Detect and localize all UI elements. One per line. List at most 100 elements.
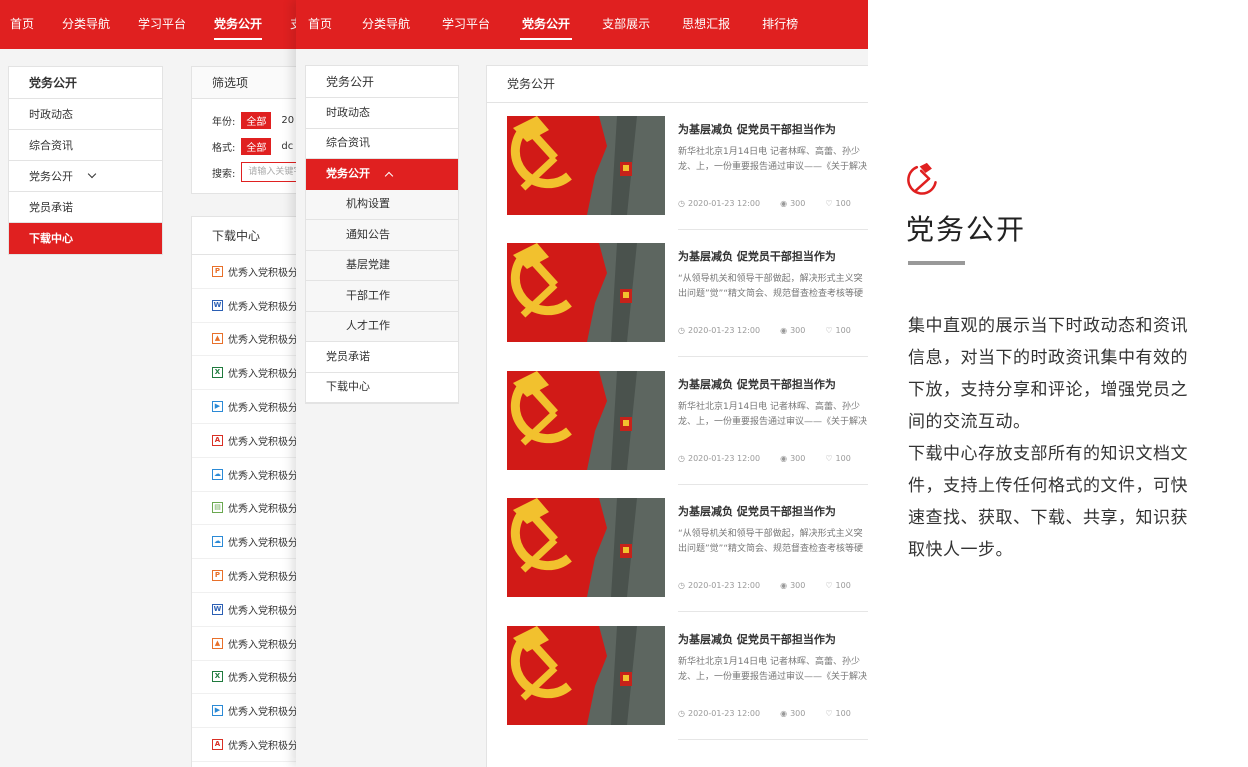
download-item[interactable]: X 优秀入党积极分子 bbox=[192, 356, 300, 391]
video-file-icon: ▶ bbox=[212, 401, 223, 413]
heart-icon[interactable]: ♡ bbox=[825, 326, 832, 335]
news-title[interactable]: 为基层减负 促党员干部担当作为 bbox=[678, 248, 836, 264]
download-item-label: 优秀入党积极分子 bbox=[228, 436, 300, 448]
news-date: 2020-01-23 12:00 bbox=[687, 326, 761, 336]
news-date: 2020-01-23 12:00 bbox=[687, 708, 761, 718]
front-top-nav: 首页 分类导航 学习平台 党务公开 支部展示 思想汇报 排行榜 bbox=[296, 0, 868, 49]
news-likes: 100 bbox=[835, 708, 851, 718]
sidebar-item[interactable]: 下载中心 bbox=[306, 373, 458, 403]
back-sidebar-item[interactable]: 党务公开 bbox=[9, 161, 162, 192]
download-item[interactable]: ▶ 优秀入党积极分子 bbox=[192, 694, 300, 729]
back-sidebar-item[interactable]: 下载中心 bbox=[9, 223, 162, 254]
back-sidebar: 党务公开 时政动态 综合资讯 党务公开 党员承诺 下载中心 bbox=[8, 66, 163, 255]
download-item[interactable]: ▤ 优秀入党积极分子 bbox=[192, 492, 300, 526]
news-list-panel: 党务公开 为基层减负 促党员干部担当作为 新华社北京1月14日电 记者林晖、高蕾、… bbox=[486, 65, 868, 767]
nav-item-1[interactable]: 分类导航 bbox=[346, 0, 426, 49]
nav-item-6[interactable]: 排行榜 bbox=[746, 0, 814, 49]
nav-item-4[interactable]: 支部展示 bbox=[586, 0, 666, 49]
excel-file-icon: X bbox=[212, 367, 223, 379]
sidebar-item[interactable]: 综合资讯 bbox=[306, 129, 458, 159]
news-thumbnail[interactable] bbox=[507, 370, 665, 470]
back-sidebar-item[interactable]: 时政动态 bbox=[9, 99, 162, 130]
nav-item-0[interactable]: 首页 bbox=[0, 0, 48, 49]
news-meta: ◷ 2020-01-23 12:00 ◉ 300 ♡ 100 bbox=[678, 709, 851, 718]
download-item[interactable]: ☁ 优秀入党积极分子 bbox=[192, 458, 300, 492]
sidebar-item-label: 时政动态 bbox=[326, 105, 370, 119]
nav-item-3[interactable]: 党务公开 bbox=[506, 0, 586, 49]
sidebar-item[interactable]: 党员承诺 bbox=[306, 342, 458, 373]
news-likes: 100 bbox=[835, 581, 851, 591]
download-item[interactable]: P 优秀入党积极分子 bbox=[192, 255, 300, 289]
news-item[interactable]: 为基层减负 促党员干部担当作为 “从领导机关和领导干部做起，解决形式主义突出问题”… bbox=[487, 230, 868, 358]
filter-search-input[interactable]: 请输入关键字 bbox=[241, 162, 300, 182]
download-item[interactable]: ▲ 优秀入党积极分子 bbox=[192, 323, 300, 357]
sidebar-item[interactable]: 党务公开 bbox=[306, 159, 458, 190]
news-thumbnail[interactable] bbox=[507, 243, 665, 343]
chevron-up-icon bbox=[384, 171, 394, 180]
download-item[interactable]: ☁ 优秀入党积极分子 bbox=[192, 525, 300, 560]
news-thumbnail[interactable] bbox=[507, 116, 665, 215]
download-item[interactable]: X 优秀入党积极分子 bbox=[192, 661, 300, 695]
nav-item-2[interactable]: 学习平台 bbox=[124, 0, 200, 49]
download-item[interactable]: W 优秀入党积极分子 bbox=[192, 289, 300, 323]
sidebar-subitem[interactable]: 机构设置 bbox=[306, 189, 458, 220]
nav-item-2[interactable]: 学习平台 bbox=[426, 0, 506, 49]
sidebar-subitem[interactable]: 人才工作 bbox=[306, 311, 458, 342]
back-sidebar-item[interactable]: 综合资讯 bbox=[9, 130, 162, 161]
news-title[interactable]: 为基层减负 促党员干部担当作为 bbox=[678, 376, 836, 392]
sidebar-subitem[interactable]: 基层党建 bbox=[306, 250, 458, 281]
nav-item-5[interactable]: 思想汇报 bbox=[666, 0, 746, 49]
sidebar-item[interactable]: 时政动态 bbox=[306, 98, 458, 129]
heart-icon[interactable]: ♡ bbox=[825, 199, 832, 208]
filter-year-all-tag[interactable]: 全部 bbox=[241, 111, 272, 129]
sidebar-item-label: 人才工作 bbox=[346, 319, 390, 332]
filter-format-row: 格式: 全部 dc bbox=[192, 133, 300, 159]
filter-year-label: 年份: bbox=[212, 116, 236, 128]
download-item-label: 优秀入党积极分子 bbox=[228, 403, 300, 415]
sidebar-item-label: 基层党建 bbox=[346, 258, 390, 271]
filter-year-row: 年份: 全部 20 bbox=[192, 107, 300, 133]
download-item[interactable]: ▲ 优秀入党积极分子 bbox=[192, 627, 300, 661]
back-sidebar-item-label: 下载中心 bbox=[29, 231, 73, 245]
sidebar-item-label: 党务公开 bbox=[326, 166, 370, 180]
filter-year-value[interactable]: 20 bbox=[281, 115, 294, 126]
filter-search-label: 搜索: bbox=[212, 168, 236, 180]
heart-icon[interactable]: ♡ bbox=[825, 454, 832, 463]
download-item[interactable]: A 优秀入党积极分子 bbox=[192, 424, 300, 458]
sidebar-subitem[interactable]: 通知公告 bbox=[306, 220, 458, 251]
filter-format-value[interactable]: dc bbox=[281, 141, 293, 152]
download-item[interactable]: P 优秀入党积极分子 bbox=[192, 559, 300, 593]
news-date: 2020-01-23 12:00 bbox=[687, 199, 761, 208]
front-sidebar-title: 党务公开 bbox=[306, 66, 458, 98]
news-summary: “从领导机关和领导干部做起，解决形式主义突出问题”觉”“精文简会、规范督查检查考… bbox=[678, 529, 863, 555]
news-title[interactable]: 为基层减负 促党员干部担当作为 bbox=[678, 121, 836, 137]
news-item[interactable]: 为基层减负 促党员干部担当作为 新华社北京1月14日电 记者林晖、高蕾、孙少龙、上… bbox=[487, 613, 868, 740]
download-item[interactable]: A 优秀入党积极分子 bbox=[192, 728, 300, 762]
news-title[interactable]: 为基层减负 促党员干部担当作为 bbox=[678, 631, 836, 647]
news-thumbnail[interactable] bbox=[507, 625, 665, 725]
heart-icon[interactable]: ♡ bbox=[825, 581, 832, 590]
clock-icon: ◷ bbox=[678, 453, 685, 463]
clock-icon: ◷ bbox=[678, 326, 685, 336]
download-item-label: 优秀入党积极分子 bbox=[228, 605, 300, 617]
news-item[interactable]: 为基层减负 促党员干部担当作为 新华社北京1月14日电 记者林晖、高蕾、孙少龙、上… bbox=[487, 358, 868, 485]
back-sidebar-item[interactable]: 党员承诺 bbox=[9, 192, 162, 223]
download-item[interactable]: ▶ 优秀入党积极分子 bbox=[192, 390, 300, 424]
news-thumbnail[interactable] bbox=[507, 498, 665, 598]
ppt-file-icon: P bbox=[212, 570, 223, 582]
nav-item-3[interactable]: 党务公开 bbox=[200, 0, 276, 49]
eye-icon: ◉ bbox=[780, 453, 788, 463]
news-views: 300 bbox=[790, 581, 806, 591]
nav-item-1[interactable]: 分类导航 bbox=[48, 0, 124, 49]
sidebar-subitem[interactable]: 干部工作 bbox=[306, 281, 458, 312]
nav-item-0[interactable]: 首页 bbox=[296, 0, 346, 49]
filter-format-all-tag[interactable]: 全部 bbox=[241, 137, 272, 155]
heart-icon[interactable]: ♡ bbox=[825, 709, 832, 718]
news-summary: “从领导机关和领导干部做起，解决形式主义突出问题”觉”“精文简会、规范督查检查考… bbox=[678, 274, 863, 300]
download-item[interactable]: W 优秀入党积极分子 bbox=[192, 593, 300, 627]
news-item[interactable]: 为基层减负 促党员干部担当作为 “从领导机关和领导干部做起，解决形式主义突出问题”… bbox=[487, 485, 868, 613]
news-title[interactable]: 为基层减负 促党员干部担当作为 bbox=[678, 503, 836, 519]
back-sidebar-item-label: 党务公开 bbox=[29, 169, 73, 183]
news-item[interactable]: 为基层减负 促党员干部担当作为 新华社北京1月14日电 记者林晖、高蕾、孙少龙、上… bbox=[487, 103, 868, 230]
news-views: 300 bbox=[790, 708, 806, 718]
